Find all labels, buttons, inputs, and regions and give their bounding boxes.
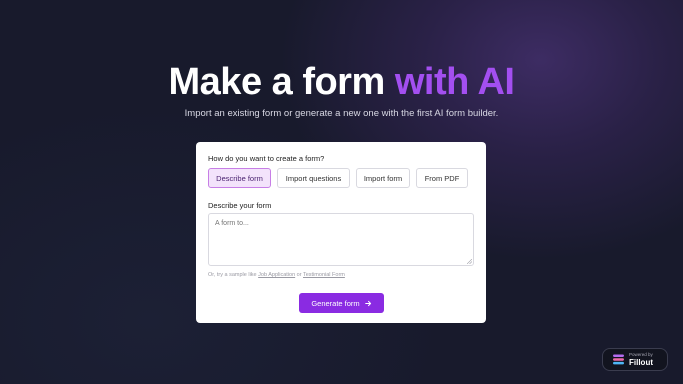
option-from-pdf[interactable]: From PDF	[416, 168, 468, 188]
brand-name: Fillout	[629, 358, 653, 367]
title-accent: with AI	[394, 61, 515, 103]
fillout-logo-icon	[613, 354, 624, 365]
sample-prefix: Or, try a sample like	[208, 272, 259, 278]
creation-method-options: Describe form Import questions Import fo…	[208, 168, 468, 188]
creation-method-label: How do you want to create a form?	[208, 154, 325, 163]
describe-form-textarea[interactable]	[208, 213, 474, 266]
generate-form-button[interactable]: Generate form	[299, 293, 384, 313]
arrow-right-icon	[364, 300, 371, 306]
option-describe-form[interactable]: Describe form	[208, 168, 271, 188]
option-import-form[interactable]: Import form	[356, 168, 410, 188]
page-subtitle: Import an existing form or generate a ne…	[184, 108, 499, 119]
sample-hint: Or, try a sample like Job Application or…	[208, 272, 345, 278]
sample-link-job-application[interactable]: Job Application	[258, 272, 295, 278]
generate-form-label: Generate form	[311, 298, 360, 308]
title-main: Make a form	[168, 61, 395, 103]
sample-or: or	[295, 272, 303, 278]
badge-text: Powered by Fillout	[629, 352, 653, 367]
option-import-questions[interactable]: Import questions	[277, 168, 350, 188]
form-builder-card: How do you want to create a form? Descri…	[196, 142, 486, 323]
resize-grip-icon[interactable]	[467, 259, 472, 264]
describe-form-label: Describe your form	[208, 201, 272, 210]
page-title: Make a form with AI	[0, 60, 683, 104]
sample-link-testimonial-form[interactable]: Testimonial Form	[303, 272, 345, 278]
powered-by-badge[interactable]: Powered by Fillout	[602, 348, 668, 371]
